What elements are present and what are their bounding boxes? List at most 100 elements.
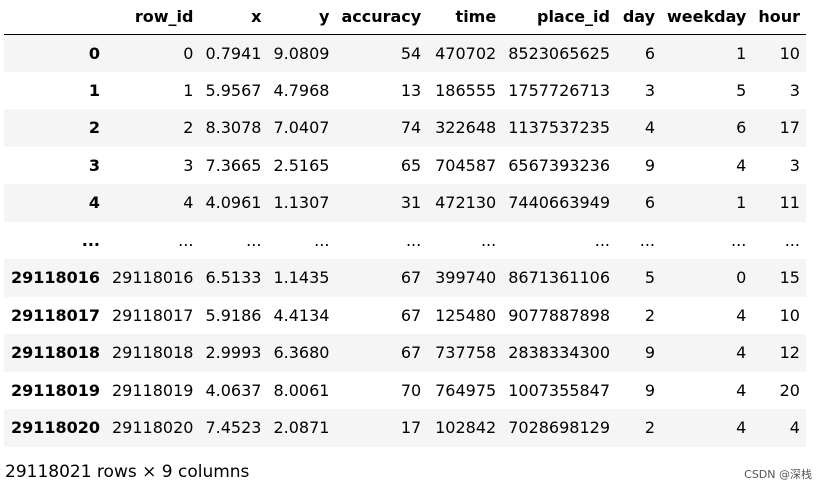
cell-place-id: 6567393236: [508, 155, 610, 175]
cell-hour: 15: [779, 268, 800, 288]
cell-weekday: 4: [736, 343, 747, 363]
cell-place-id: 8671361106: [508, 268, 610, 288]
cell-time: 764975: [435, 380, 497, 400]
header-y: y: [267, 0, 336, 35]
header-x: x: [199, 0, 268, 35]
cell-time: 125480: [435, 305, 497, 325]
cell-time: 322648: [435, 118, 497, 138]
cell-place-id: ...: [594, 230, 610, 250]
cell-index: 0: [88, 43, 100, 63]
cell-day: 9: [644, 380, 655, 400]
cell-index: 4: [88, 193, 100, 213]
header-time: time: [427, 0, 503, 35]
cell-y: 4.7968: [273, 80, 330, 100]
header-accuracy: accuracy: [335, 0, 428, 35]
cell-place-id: 8523065625: [508, 43, 610, 63]
cell-index: 3: [88, 155, 100, 175]
cell-hour: 10: [779, 305, 800, 325]
cell-weekday: 1: [736, 193, 747, 213]
cell-place-id: 9077887898: [508, 305, 610, 325]
cell-row-id: 29118018: [112, 343, 194, 363]
cell-row-id: 4: [183, 193, 194, 213]
cell-row-id: 29118016: [112, 268, 194, 288]
header-hour: hour: [752, 0, 806, 35]
cell-accuracy: 67: [400, 343, 422, 363]
cell-hour: ...: [784, 230, 800, 250]
table-body: 0 0 0.7941 9.0809 54 470702 8523065625 6 1 10 1 1 5.…: [4, 34, 806, 447]
table-row: 29118016 29118016 6.5133 1.1435 67 399740 8671…: [4, 259, 806, 297]
cell-day: 9: [644, 343, 655, 363]
cell-hour: 3: [789, 155, 800, 175]
cell-weekday: 6: [736, 118, 747, 138]
table-row: 29118017 29118017 5.9186 4.4134 67 125480 9077…: [4, 296, 806, 334]
cell-day: ...: [639, 230, 655, 250]
cell-day: 3: [644, 80, 655, 100]
cell-weekday: ...: [731, 230, 747, 250]
header-day: day: [616, 0, 661, 35]
cell-accuracy: 74: [400, 118, 422, 138]
cell-accuracy: 70: [400, 380, 422, 400]
cell-accuracy: 67: [400, 268, 422, 288]
cell-hour: 10: [779, 43, 800, 63]
table-row: 29118020 29118020 7.4523 2.0871 17 102842 7028…: [4, 409, 806, 447]
cell-weekday: 4: [736, 155, 747, 175]
table-row: 29118019 29118019 4.0637 8.0061 70 764975 1007…: [4, 371, 806, 409]
cell-index: 2: [88, 118, 100, 138]
cell-row-id: 2: [183, 118, 194, 138]
cell-index: 1: [88, 80, 100, 100]
cell-time: ...: [480, 230, 497, 250]
cell-y: 7.0407: [273, 118, 330, 138]
cell-y: 6.3680: [273, 343, 330, 363]
cell-time: 470702: [435, 43, 497, 63]
cell-index: 29118016: [10, 268, 100, 288]
cell-accuracy: 67: [400, 305, 422, 325]
table-row: ..............................: [4, 221, 806, 259]
cell-index: ...: [81, 230, 100, 250]
cell-y: 8.0061: [273, 380, 330, 400]
cell-y: ...: [314, 230, 330, 250]
cell-row-id: 3: [183, 155, 194, 175]
cell-x: 7.3665: [205, 155, 262, 175]
cell-row-id: 1: [183, 80, 194, 100]
cell-weekday: 0: [736, 268, 747, 288]
cell-place-id: 1007355847: [508, 380, 610, 400]
cell-accuracy: 13: [400, 80, 422, 100]
cell-x: 5.9567: [205, 80, 262, 100]
cell-hour: 4: [789, 418, 800, 438]
cell-time: 472130: [435, 193, 497, 213]
cell-y: 9.0809: [273, 43, 330, 63]
cell-weekday: 4: [736, 418, 747, 438]
cell-time: 102842: [435, 418, 497, 438]
cell-row-id: ...: [178, 230, 194, 250]
cell-index: 29118017: [10, 305, 100, 325]
cell-hour: 11: [779, 193, 800, 213]
cell-day: 2: [644, 418, 655, 438]
cell-x: 6.5133: [205, 268, 262, 288]
cell-index: 29118019: [10, 380, 100, 400]
cell-row-id: 29118017: [112, 305, 194, 325]
cell-x: 7.4523: [205, 418, 262, 438]
header-index: [4, 0, 106, 35]
table-row: 0 0 0.7941 9.0809 54 470702 8523065625 6 1 10: [4, 34, 806, 72]
cell-x: 8.3078: [205, 118, 262, 138]
cell-weekday: 4: [736, 380, 747, 400]
cell-weekday: 4: [736, 305, 747, 325]
table-row: 1 1 5.9567 4.7968 13 186555 1757726713 3 5 3: [4, 71, 806, 109]
cell-place-id: 1137537235: [508, 118, 610, 138]
cell-day: 6: [644, 193, 655, 213]
cell-place-id: 1757726713: [508, 80, 610, 100]
cell-place-id: 7440663949: [508, 193, 610, 213]
cell-row-id: 0: [183, 43, 194, 63]
cell-x: 0.7941: [205, 43, 262, 63]
cell-y: 4.4134: [273, 305, 330, 325]
cell-hour: 17: [779, 118, 800, 138]
cell-x: 2.9993: [205, 343, 262, 363]
header-weekday: weekday: [661, 0, 753, 35]
notebook-output: row_id x y accuracy time place_id day we…: [0, 0, 824, 490]
watermark: CSDN @深栈: [744, 468, 812, 481]
cell-x: 4.0961: [205, 193, 262, 213]
cell-accuracy: ...: [405, 230, 422, 250]
table-row: 4 4 4.0961 1.1307 31 472130 7440663949 6 1 11: [4, 184, 806, 222]
header-row: row_id x y accuracy time place_id day we…: [4, 0, 806, 35]
cell-day: 9: [644, 155, 655, 175]
